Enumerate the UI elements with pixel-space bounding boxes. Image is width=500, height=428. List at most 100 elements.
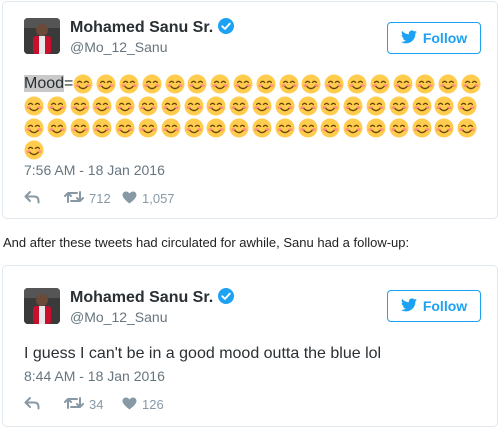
retweet-count: 712 <box>89 191 111 206</box>
reply-button[interactable] <box>24 190 64 207</box>
smiling-face-emoji-icon <box>24 118 44 138</box>
smiling-face-emoji-icon <box>92 96 112 116</box>
twitter-bird-icon <box>400 297 417 315</box>
retweet-icon <box>64 190 84 207</box>
smiling-face-emoji-icon <box>301 74 321 94</box>
smiling-face-emoji-icon <box>320 96 340 116</box>
emoji-row-3 <box>24 117 484 139</box>
smiling-face-emoji-icon <box>206 96 226 116</box>
smiling-face-emoji-icon <box>347 74 367 94</box>
verified-badge-icon <box>218 18 235 39</box>
like-count: 126 <box>142 397 164 412</box>
author-handle[interactable]: @Mo_12_Sanu <box>70 39 168 55</box>
smiling-face-emoji-icon <box>389 96 409 116</box>
smiling-face-emoji-icon <box>393 74 413 94</box>
retweet-button[interactable]: 712 <box>64 190 122 207</box>
smiling-face-emoji-icon <box>70 96 90 116</box>
like-button[interactable]: 1,057 <box>122 190 192 207</box>
smiling-face-emoji-icon <box>343 118 363 138</box>
smiling-face-emoji-icon <box>96 74 116 94</box>
smiling-face-emoji-icon <box>24 96 44 116</box>
smiling-face-emoji-icon <box>119 74 139 94</box>
smiling-face-emoji-icon <box>73 74 93 94</box>
retweet-icon <box>64 396 84 413</box>
smiling-face-emoji-icon <box>161 118 181 138</box>
smiling-face-emoji-icon <box>298 118 318 138</box>
smiling-face-emoji-icon <box>412 96 432 116</box>
author-name[interactable]: Mohamed Sanu Sr. <box>70 288 235 309</box>
smiling-face-emoji-icon <box>47 96 67 116</box>
tweet-text: I guess I can't be in a good mood outta … <box>24 345 382 362</box>
smiling-face-emoji-icon <box>187 74 207 94</box>
smiling-face-emoji-icon <box>70 118 90 138</box>
reply-button[interactable] <box>24 396 64 413</box>
equals-sign: = <box>64 75 74 92</box>
smiling-face-emoji-icon <box>256 74 276 94</box>
smiling-face-emoji-icon <box>275 118 295 138</box>
follow-label: Follow <box>422 30 468 46</box>
smiling-face-emoji-icon <box>412 118 432 138</box>
smiling-face-emoji-icon <box>415 74 435 94</box>
smiling-face-emoji-icon <box>298 96 318 116</box>
smiling-face-emoji-icon <box>115 96 135 116</box>
reply-icon <box>24 396 40 413</box>
smiling-face-emoji-icon <box>457 96 477 116</box>
smiling-face-emoji-icon <box>275 96 295 116</box>
avatar[interactable] <box>24 288 60 324</box>
smiling-face-emoji-icon <box>161 96 181 116</box>
smiling-face-emoji-icon <box>92 118 112 138</box>
follow-label: Follow <box>422 298 468 314</box>
smiling-face-emoji-icon <box>389 118 409 138</box>
twitter-bird-icon <box>400 29 417 47</box>
smiling-face-emoji-icon <box>343 96 363 116</box>
tweet-text: Mood= <box>24 73 484 161</box>
tweet-timestamp[interactable]: 8:44 AM - 18 Jan 2016 <box>24 368 165 384</box>
smiling-face-emoji-icon <box>229 96 249 116</box>
smiling-face-emoji-icon <box>184 118 204 138</box>
heart-icon <box>122 396 137 413</box>
smiling-face-emoji-icon <box>252 118 272 138</box>
smiling-face-emoji-icon <box>252 96 272 116</box>
smiling-face-emoji-icon <box>324 74 344 94</box>
article-paragraph: And after these tweets had circulated fo… <box>3 235 410 250</box>
author-handle[interactable]: @Mo_12_Sanu <box>70 309 168 325</box>
avatar[interactable] <box>24 18 60 54</box>
smiling-face-emoji-icon <box>279 74 299 94</box>
smiling-face-emoji-icon <box>47 118 67 138</box>
retweet-button[interactable]: 34 <box>64 396 122 413</box>
smiling-face-emoji-icon <box>366 96 386 116</box>
follow-button[interactable]: Follow <box>387 22 481 54</box>
mood-word: Mood <box>24 75 65 92</box>
smiling-face-emoji-icon <box>320 118 340 138</box>
tweet-actions: 712 1,057 <box>24 190 192 207</box>
smiling-face-emoji-icon <box>434 118 454 138</box>
tweet-timestamp[interactable]: 7:56 AM - 18 Jan 2016 <box>24 162 165 178</box>
smiling-face-emoji-icon <box>366 118 386 138</box>
smiling-face-emoji-icon <box>115 118 135 138</box>
smiling-face-emoji-icon <box>229 118 249 138</box>
emoji-row-2 <box>24 95 484 117</box>
smiling-face-emoji-icon <box>138 96 158 116</box>
smiling-face-emoji-icon <box>206 118 226 138</box>
smiling-face-emoji-icon <box>210 74 230 94</box>
smiling-face-emoji-icon <box>233 74 253 94</box>
heart-icon <box>122 190 137 207</box>
smiling-face-emoji-icon <box>24 140 44 160</box>
smiling-face-emoji-icon <box>434 96 454 116</box>
smiling-face-emoji-icon <box>142 74 162 94</box>
follow-button[interactable]: Follow <box>387 290 481 322</box>
tweet-card-1: Mohamed Sanu Sr. @Mo_12_Sanu Follow Mood… <box>2 1 498 219</box>
verified-badge-icon <box>218 288 235 309</box>
smiling-face-emoji-icon <box>165 74 185 94</box>
author-name[interactable]: Mohamed Sanu Sr. <box>70 18 235 39</box>
tweet-card-2: Mohamed Sanu Sr. @Mo_12_Sanu Follow I gu… <box>2 265 498 427</box>
like-count: 1,057 <box>142 191 175 206</box>
tweet-actions: 34 126 <box>24 396 192 413</box>
smiling-face-emoji-icon <box>138 118 158 138</box>
emoji-row-1: Mood= <box>24 73 484 95</box>
like-button[interactable]: 126 <box>122 396 192 413</box>
retweet-count: 34 <box>89 397 104 412</box>
smiling-face-emoji-icon <box>184 96 204 116</box>
reply-icon <box>24 190 40 207</box>
emoji-row-4 <box>24 139 484 161</box>
